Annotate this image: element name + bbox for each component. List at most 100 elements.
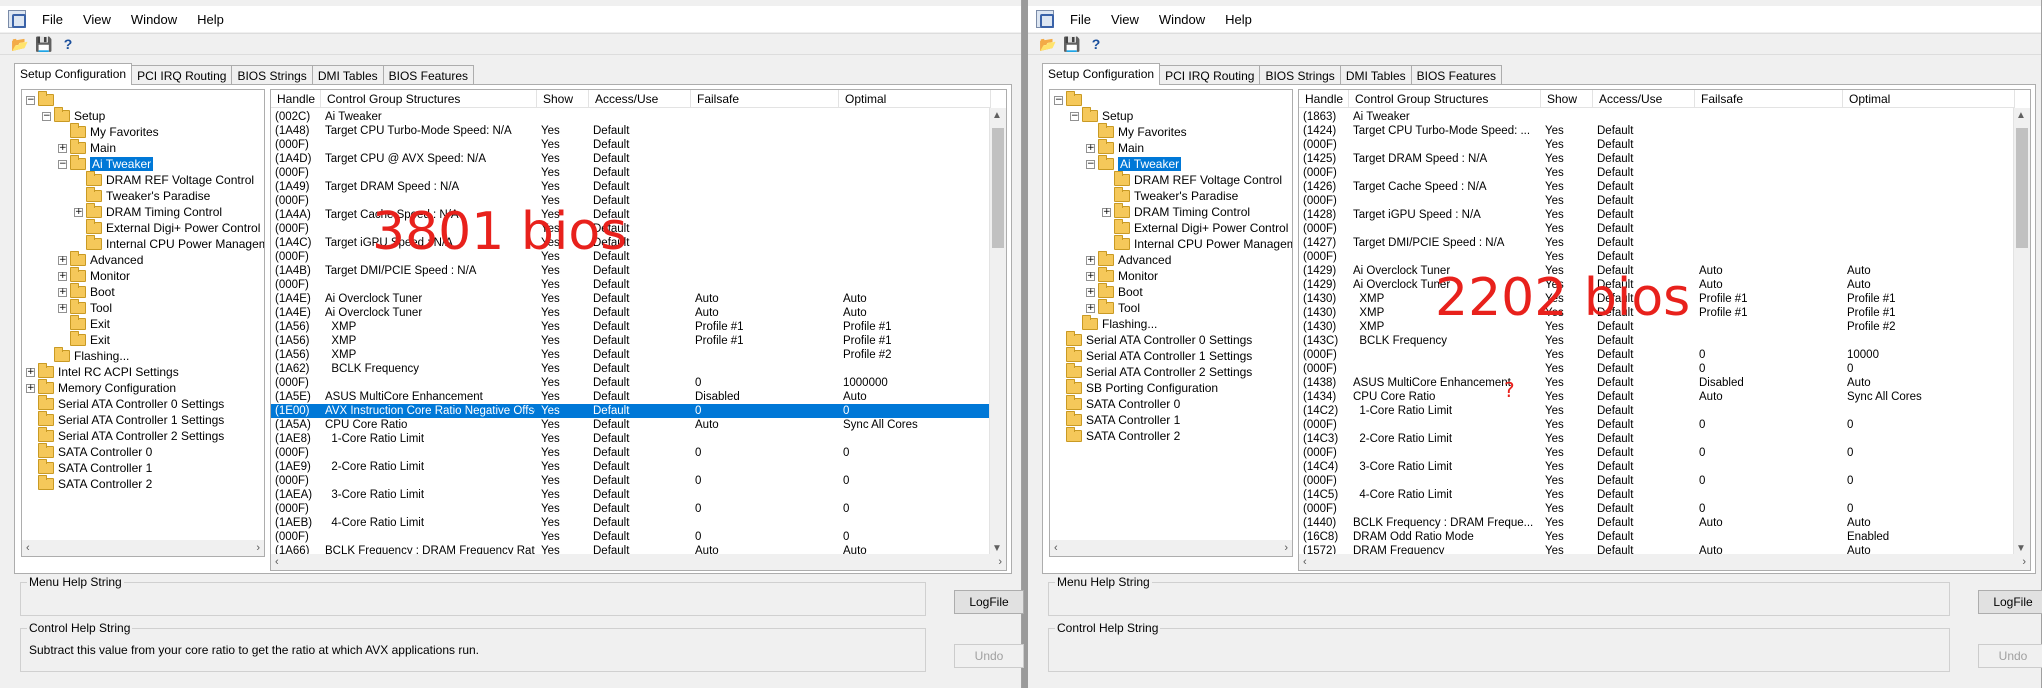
table-row[interactable]: (1AE9) 2-Core Ratio Limit Yes Default [271, 460, 991, 474]
help-question-icon[interactable]: ? [58, 34, 78, 54]
tree-node[interactable]: My Favorites [58, 123, 159, 140]
column-header-optimal[interactable]: Optimal [1843, 90, 2015, 108]
tree-node[interactable]: SATA Controller 0 [1054, 395, 1180, 412]
table-row[interactable]: (000F) Yes Default 0 0 [271, 446, 991, 460]
table-row[interactable]: (000F) Yes Default [1299, 250, 2015, 264]
menu-help[interactable]: Help [1215, 12, 1262, 27]
collapse-icon[interactable]: − [42, 111, 51, 121]
table-row[interactable]: (000F) Yes Default [1299, 138, 2015, 152]
tree-node[interactable]: + DRAM Timing Control [1102, 203, 1250, 220]
table-row[interactable]: (1AE8) 1-Core Ratio Limit Yes Default [271, 432, 991, 446]
table-row[interactable]: (1A62) BCLK Frequency Yes Default [271, 362, 991, 376]
table-row[interactable]: (1A56) XMP Yes Default Profile #2 [271, 348, 991, 362]
table-row[interactable]: (1A4E) Ai Overclock Tuner Yes Default Auto Au… [271, 306, 991, 320]
table-row[interactable]: (1434) CPU Core Ratio Yes Default Auto Sync A… [1299, 390, 2015, 404]
tree-node[interactable]: SATA Controller 0 [26, 443, 152, 460]
table-row[interactable]: (143C) BCLK Frequency Yes Default [1299, 334, 2015, 348]
expand-icon[interactable]: + [58, 303, 67, 313]
help-question-icon[interactable]: ? [1086, 34, 1106, 54]
expand-icon[interactable]: + [1086, 255, 1095, 265]
scroll-right-arrow[interactable]: › [998, 556, 1002, 568]
tree-node[interactable]: + Advanced [1086, 251, 1171, 268]
expand-icon[interactable]: + [26, 367, 35, 377]
tree-node[interactable]: Tweaker's Paradise [74, 187, 210, 204]
scroll-right-arrow[interactable]: › [256, 542, 260, 554]
column-header-optimal[interactable]: Optimal [839, 90, 991, 108]
menu-window[interactable]: Window [1149, 12, 1215, 27]
tree-node[interactable]: + Monitor [58, 267, 130, 284]
table-row[interactable]: (000F) Yes Default [1299, 222, 2015, 236]
save-disk-icon[interactable]: 💾 [1062, 34, 1082, 54]
tab-bios-strings[interactable]: BIOS Strings [1259, 65, 1341, 85]
collapse-icon[interactable]: − [1070, 111, 1079, 121]
table-row[interactable]: (1426) Target Cache Speed : N/A Yes Default [1299, 180, 2015, 194]
expand-icon[interactable]: + [1086, 271, 1095, 281]
table-row[interactable]: (1863) Ai Tweaker [1299, 110, 2015, 124]
column-header-access-use[interactable]: Access/Use [589, 90, 691, 108]
tab-bios-strings[interactable]: BIOS Strings [231, 65, 313, 85]
menu-view[interactable]: View [1101, 12, 1149, 27]
tree-node[interactable]: Exit [58, 331, 110, 348]
table-row[interactable]: (1AEA) 3-Core Ratio Limit Yes Default [271, 488, 991, 502]
table-row[interactable]: (16C8) DRAM Odd Ratio Mode Yes Default Enabl… [1299, 530, 2015, 544]
table-row[interactable]: (1A4E) Ai Overclock Tuner Yes Default Auto Au… [271, 292, 991, 306]
menu-file[interactable]: File [32, 12, 73, 27]
scroll-thumb[interactable] [2016, 128, 2028, 248]
tree-node[interactable]: − [26, 91, 58, 108]
tab-dmi-tables[interactable]: DMI Tables [311, 65, 384, 85]
tree-node[interactable]: External Digi+ Power Control [74, 219, 260, 236]
column-header-control-group-structures[interactable]: Control Group Structures [321, 90, 537, 108]
tree-node[interactable]: SATA Controller 2 [26, 475, 152, 492]
expand-icon[interactable]: + [26, 383, 35, 393]
scroll-left-arrow[interactable]: ‹ [26, 542, 30, 554]
tab-setup-configuration[interactable]: Setup Configuration [14, 63, 133, 85]
menu-help[interactable]: Help [187, 12, 234, 27]
table-row[interactable]: (1A4D) Target CPU @ AVX Speed: N/A Yes Defa… [271, 152, 991, 166]
tree-node[interactable]: My Favorites [1086, 123, 1187, 140]
table-row[interactable]: (1427) Target DMI/PCIE Speed : N/A Yes Defa… [1299, 236, 2015, 250]
table-row[interactable]: (000F) Yes Default 0 1000000 [271, 376, 991, 390]
tree-node[interactable]: + Monitor [1086, 267, 1158, 284]
scroll-down-arrow[interactable]: ▼ [992, 543, 1002, 554]
table-row[interactable]: (000F) Yes Default 0 10000 [1299, 348, 2015, 362]
save-disk-icon[interactable]: 💾 [34, 34, 54, 54]
table-row[interactable]: (1425) Target DRAM Speed : N/A Yes Default [1299, 152, 2015, 166]
scroll-thumb[interactable] [992, 128, 1004, 248]
tree-node[interactable]: Serial ATA Controller 1 Settings [26, 411, 224, 428]
menu-window[interactable]: Window [121, 12, 187, 27]
tree-node[interactable]: + Boot [1086, 283, 1143, 300]
table-row[interactable]: (000F) Yes Default [1299, 194, 2015, 208]
tree-node[interactable]: DRAM REF Voltage Control [74, 171, 254, 188]
tree-node[interactable]: + Memory Configuration [26, 379, 176, 396]
table-row[interactable]: (1A5E) ASUS MultiCore Enhancement Yes Defau… [271, 390, 991, 404]
tree-node[interactable]: − Ai Tweaker [1086, 155, 1182, 172]
tree-node[interactable]: Flashing... [42, 347, 129, 364]
table-row[interactable]: (1A5A) CPU Core Ratio Yes Default Auto Sync A… [271, 418, 991, 432]
column-header-show[interactable]: Show [537, 90, 589, 108]
tree-horizontal-scrollbar[interactable]: ‹ › [1050, 540, 1292, 556]
scroll-left-arrow[interactable]: ‹ [1303, 556, 1307, 568]
table-vertical-scrollbar[interactable]: ▲ ▼ [2013, 108, 2030, 556]
tree-node[interactable]: Serial ATA Controller 0 Settings [1054, 331, 1252, 348]
table-horizontal-scrollbar[interactable]: ‹ › [271, 554, 1006, 570]
tree-node[interactable]: + Tool [58, 299, 112, 316]
table-row[interactable]: (002C) Ai Tweaker [271, 110, 991, 124]
expand-icon[interactable]: + [58, 287, 67, 297]
scroll-down-arrow[interactable]: ▼ [2016, 543, 2026, 554]
tree-node[interactable]: + Advanced [58, 251, 143, 268]
tab-pci-irq-routing[interactable]: PCI IRQ Routing [1159, 65, 1261, 85]
tree-node[interactable]: DRAM REF Voltage Control [1102, 171, 1282, 188]
tree-node[interactable]: Flashing... [1070, 315, 1157, 332]
scroll-up-arrow[interactable]: ▲ [2016, 110, 2026, 121]
table-row[interactable]: (000F) Yes Default 0 0 [271, 474, 991, 488]
table-row[interactable]: (1424) Target CPU Turbo-Mode Speed: ... Ye… [1299, 124, 2015, 138]
tree-node[interactable]: Tweaker's Paradise [1102, 187, 1238, 204]
tree-node[interactable]: Serial ATA Controller 2 Settings [1054, 363, 1252, 380]
column-header-failsafe[interactable]: Failsafe [691, 90, 839, 108]
tree-node[interactable]: − Setup [1070, 107, 1133, 124]
scroll-left-arrow[interactable]: ‹ [275, 556, 279, 568]
tree-node[interactable]: Internal CPU Power Management [1102, 235, 1292, 252]
table-row[interactable]: (000F) Yes Default [1299, 166, 2015, 180]
scroll-left-arrow[interactable]: ‹ [1054, 542, 1058, 554]
table-row[interactable]: (000F) Yes Default 0 0 [1299, 502, 2015, 516]
